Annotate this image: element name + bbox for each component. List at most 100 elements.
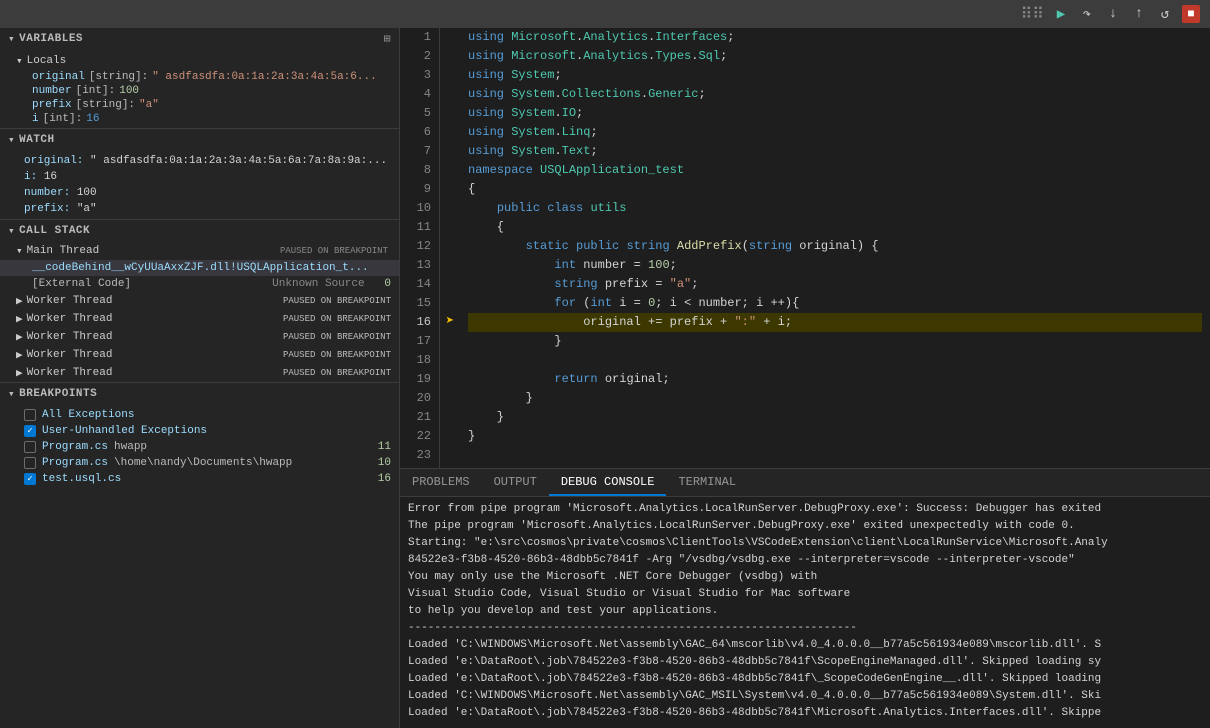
breakpoints-content: All Exceptions ✓ User-Unhandled Exceptio… [0,405,399,489]
code-line-12: static public string AddPrefix(string or… [468,237,1202,256]
watch-i[interactable]: i: 16 [0,169,399,185]
bp-program-cs-path-loc: \home\nandy\Documents\hwapp [114,457,292,469]
code-line-13: int number = 100; [468,256,1202,275]
code-line-23 [468,446,1202,465]
console-line-2: Starting: "e:\src\cosmos\private\cosmos\… [408,535,1202,552]
code-line-14: string prefix = "a"; [468,275,1202,294]
worker-thread-4-badge: PAUSED ON BREAKPOINT [283,350,391,360]
tab-output[interactable]: OUTPUT [482,469,549,496]
watch-number[interactable]: number: 100 [0,185,399,201]
breakpoints-title: BREAKPOINTS [19,388,97,400]
breakpoints-collapse-icon: ▾ [8,387,15,401]
bp-all-exceptions[interactable]: All Exceptions [0,407,399,423]
code-line-5: using System.IO; [468,104,1202,123]
restart-icon[interactable]: ↺ [1156,5,1174,23]
console-line-3: 84522e3-f3b8-4520-86b3-48dbb5c7841f -Arg… [408,552,1202,569]
breakpoints-header[interactable]: ▾ BREAKPOINTS [0,383,399,405]
continue-icon[interactable]: ▶ [1052,5,1070,23]
bp-program-cs-hwapp-checkbox[interactable] [24,441,36,453]
bp-program-cs-hwapp[interactable]: Program.cs hwapp 11 [0,439,399,455]
code-line-16[interactable]: original += prefix + ":" + i; [468,313,1202,332]
var-prefix[interactable]: prefix [string]: "a" [0,98,399,112]
step-into-icon[interactable]: ↓ [1104,5,1122,23]
var-number[interactable]: number [int]: 100 [0,84,399,98]
worker-thread-2-expand: ▶ [16,312,23,326]
console-line-12: Loaded 'C:\WINDOWS\Microsoft.Net\assembl… [408,688,1202,705]
variables-collapse-icon: ▾ [8,32,15,46]
watch-original[interactable]: original: " asdfasdfa:0a:1a:2a:3a:4a:5a:… [0,153,399,169]
worker-thread-2[interactable]: ▶ Worker Thread PAUSED ON BREAKPOINT [0,310,399,328]
var-i[interactable]: i [int]: 16 [0,112,399,126]
bp-test-usql[interactable]: ✓ test.usql.cs 16 [0,471,399,487]
worker-thread-1-label: Worker Thread [27,295,113,307]
variables-header[interactable]: ▾ VARIABLES ⊞ [0,28,399,50]
variables-section: ▾ VARIABLES ⊞ ▾ Locals original [string]… [0,28,399,128]
bp-program-cs-path[interactable]: Program.cs \home\nandy\Documents\hwapp 1… [0,455,399,471]
bp-program-cs-hwapp-count: 11 [378,441,391,453]
worker-thread-4-expand: ▶ [16,348,23,362]
watch-content: original: " asdfasdfa:0a:1a:2a:3a:4a:5a:… [0,151,399,219]
bp-user-unhandled-checkbox[interactable]: ✓ [24,425,36,437]
watch-header[interactable]: ▾ WATCH [0,129,399,151]
tab-problems[interactable]: PROBLEMS [400,469,482,496]
bottom-panel: PROBLEMS OUTPUT DEBUG CONSOLE TERMINAL E… [400,468,1210,728]
locals-label: Locals [27,55,67,67]
worker-thread-5-label: Worker Thread [27,367,113,379]
worker-thread-4-label: Worker Thread [27,349,113,361]
console-line-7: to help you develop and test your applic… [408,603,1202,620]
editor-area: 1 2 3 4 5 6 7 8 9 10 11 12 13 14 15 16 1 [400,28,1210,468]
tab-debug-console[interactable]: DEBUG CONSOLE [549,469,667,496]
console-output[interactable]: Error from pipe program 'Microsoft.Analy… [400,497,1210,728]
step-out-icon[interactable]: ↑ [1130,5,1148,23]
worker-thread-5[interactable]: ▶ Worker Thread PAUSED ON BREAKPOINT [0,364,399,382]
step-over-icon[interactable]: ↷ [1078,5,1096,23]
callstack-title: CALL STACK [19,225,90,237]
bp-program-cs-path-checkbox[interactable] [24,457,36,469]
bp-program-cs-path-label: Program.cs [42,457,108,469]
code-line-9: { [468,180,1202,199]
code-line-11: { [468,218,1202,237]
locals-group[interactable]: ▾ Locals [0,52,399,70]
code-editor[interactable]: 1 2 3 4 5 6 7 8 9 10 11 12 13 14 15 16 1 [400,28,1210,468]
watch-section: ▾ WATCH original: " asdfasdfa:0a:1a:2a:3… [0,129,399,219]
watch-title: WATCH [19,134,55,146]
stop-icon[interactable]: ■ [1182,5,1200,23]
bp-test-usql-checkbox[interactable]: ✓ [24,473,36,485]
external-code-frame[interactable]: [External Code] Unknown Source 0 [0,276,399,292]
worker-thread-2-label: Worker Thread [27,313,113,325]
variables-actions: ⊞ [384,32,391,46]
locals-collapse-icon: ▾ [16,54,23,68]
unknown-source-line: 0 [384,278,391,290]
bp-program-cs-hwapp-label: Program.cs [42,441,108,453]
frame-name-0: __codeBehind__wCyUUaAxxZJF.dll!USQLAppli… [32,262,369,274]
var-original[interactable]: original [string]: " asdfasdfa:0a:1a:2a:… [0,70,399,84]
watch-prefix[interactable]: prefix: "a" [0,201,399,217]
code-content[interactable]: using Microsoft.Analytics.Interfaces; us… [460,28,1210,468]
worker-thread-3[interactable]: ▶ Worker Thread PAUSED ON BREAKPOINT [0,328,399,346]
unknown-source-label: Unknown Source 0 [272,278,391,290]
console-line-0: Error from pipe program 'Microsoft.Analy… [408,501,1202,518]
callstack-collapse-icon: ▾ [8,224,15,238]
worker-thread-4[interactable]: ▶ Worker Thread PAUSED ON BREAKPOINT [0,346,399,364]
grid-icon: ⠿⠿ [1021,4,1044,24]
worker-thread-1[interactable]: ▶ Worker Thread PAUSED ON BREAKPOINT [0,292,399,310]
worker-thread-3-label: Worker Thread [27,331,113,343]
worker-thread-5-badge: PAUSED ON BREAKPOINT [283,368,391,378]
worker-thread-5-expand: ▶ [16,366,23,380]
code-line-18 [468,351,1202,370]
bp-user-unhandled[interactable]: ✓ User-Unhandled Exceptions [0,423,399,439]
callstack-header[interactable]: ▾ CALL STACK [0,220,399,242]
main-thread-label: Main Thread [27,245,100,257]
main-thread-header[interactable]: ▾ Main Thread PAUSED ON BREAKPOINT [0,242,399,260]
variables-expand-icon[interactable]: ⊞ [384,34,391,46]
tab-terminal[interactable]: TERMINAL [666,469,748,496]
watch-collapse-icon: ▾ [8,133,15,147]
bp-all-exceptions-checkbox[interactable] [24,409,36,421]
worker-thread-1-badge: PAUSED ON BREAKPOINT [283,296,391,306]
bp-program-cs-path-count: 10 [378,457,391,469]
console-line-11: Loaded 'e:\DataRoot\.job\784522e3-f3b8-4… [408,671,1202,688]
code-line-22: } [468,427,1202,446]
stack-frame-0[interactable]: __codeBehind__wCyUUaAxxZJF.dll!USQLAppli… [0,260,399,276]
code-line-2: using Microsoft.Analytics.Types.Sql; [468,47,1202,66]
bp-test-usql-label: test.usql.cs [42,473,121,485]
